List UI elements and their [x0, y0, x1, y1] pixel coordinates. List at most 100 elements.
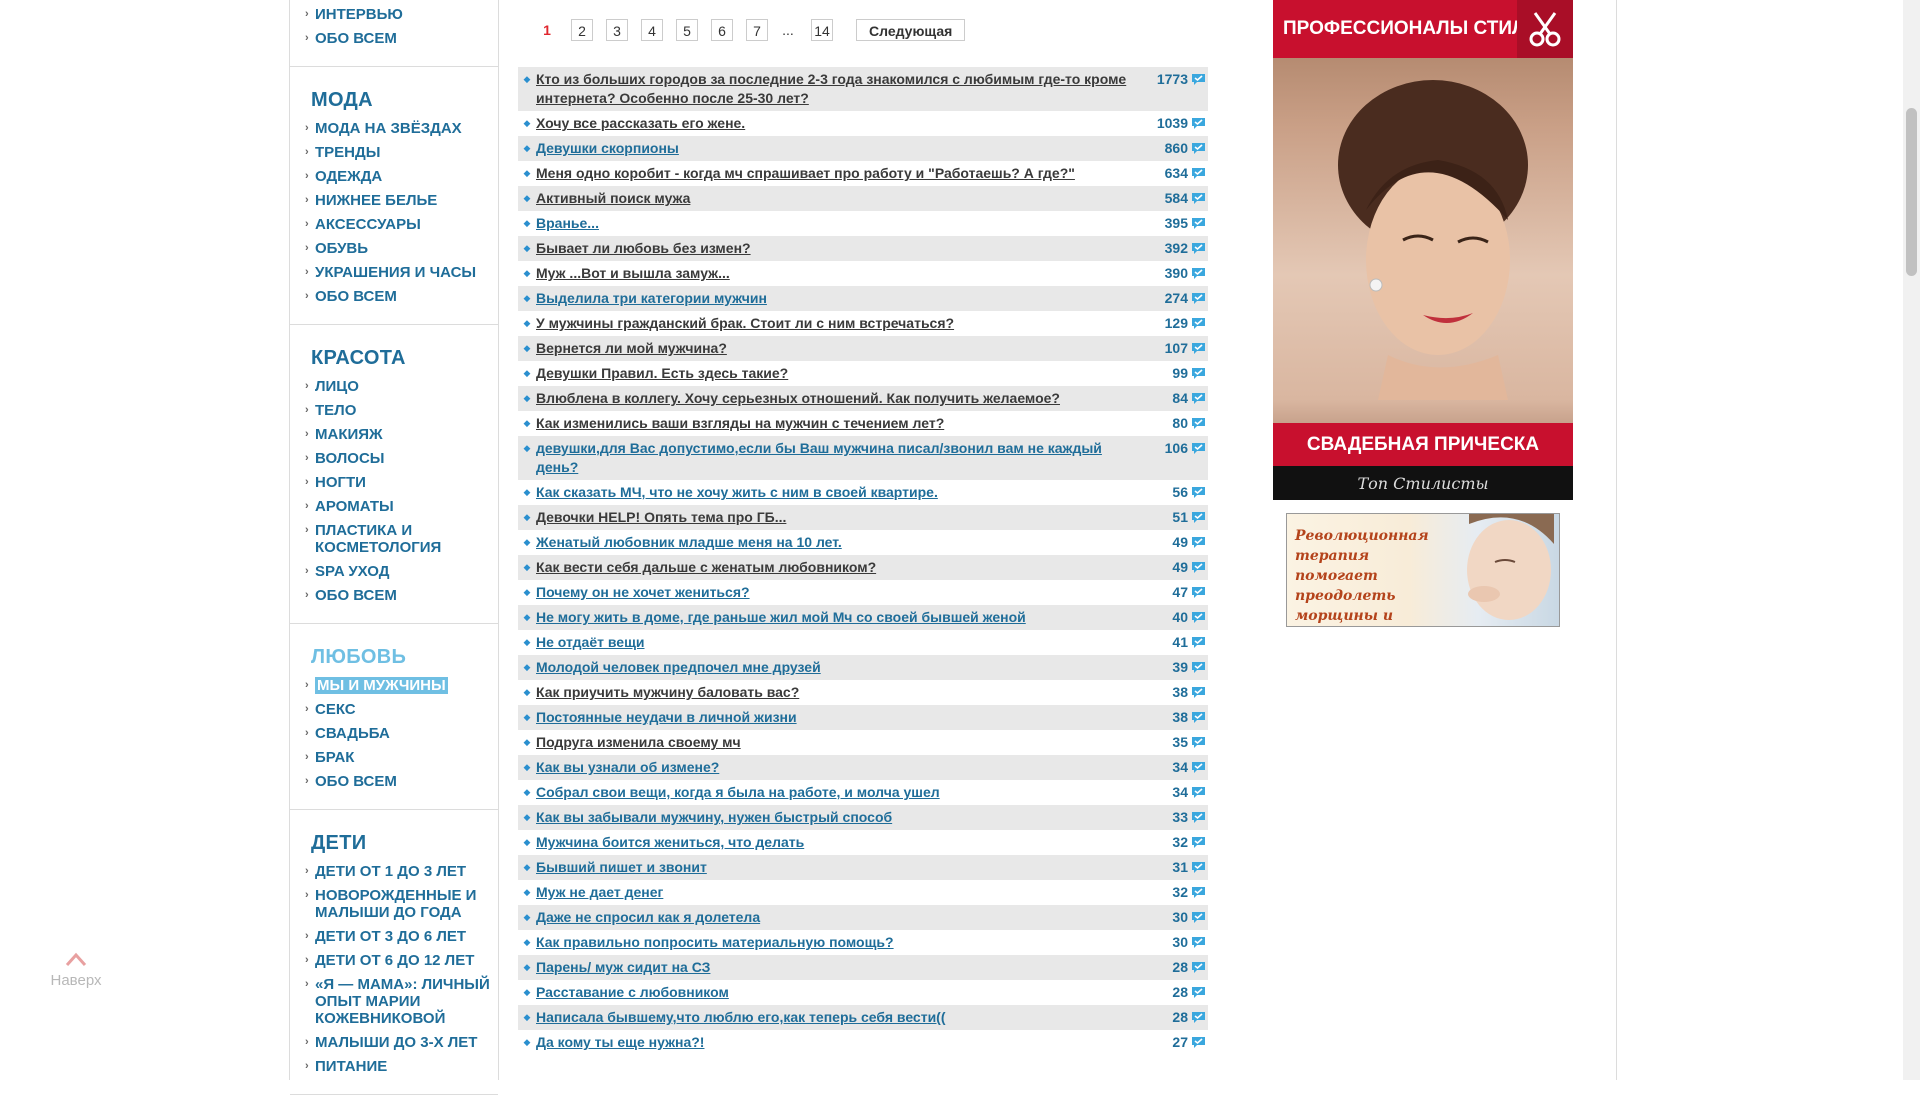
sidebar-item-label: ОБУВЬ	[315, 240, 369, 257]
page-link[interactable]: 4	[641, 19, 663, 41]
sidebar-item[interactable]: › ТРЕНДЫ	[290, 144, 498, 161]
sidebar-item[interactable]: › ОБО ВСЕМ	[290, 587, 498, 604]
sidebar-item[interactable]: › ВОЛОСЫ	[290, 450, 498, 467]
comment-bubble-icon	[1188, 439, 1208, 458]
topic-link[interactable]: Не отдаёт вещи	[536, 633, 1148, 652]
sidebar-item[interactable]: › ОБО ВСЕМ	[290, 288, 498, 305]
sidebar-item[interactable]: › МАКИЯЖ	[290, 426, 498, 443]
page-link[interactable]: 14	[811, 19, 833, 41]
topic-link[interactable]: У мужчины гражданский брак. Стоит ли с н…	[536, 314, 1148, 333]
page-link[interactable]: 6	[711, 19, 733, 41]
topic-link[interactable]: Муж не дает денег	[536, 883, 1148, 902]
topic-link[interactable]: Как сказать МЧ, что не хочу жить с ним в…	[536, 483, 1148, 502]
sidebar-item[interactable]: › НИЖНЕЕ БЕЛЬЕ	[290, 192, 498, 209]
comment-bubble-icon	[1188, 264, 1208, 283]
next-page-button[interactable]: Следующая	[856, 19, 966, 41]
page-scrollbar[interactable]	[1903, 0, 1920, 1080]
topic-link[interactable]: Даже не спросил как я долетела	[536, 908, 1148, 927]
sidebar-item[interactable]: › ПИТАНИЕ	[290, 1058, 498, 1075]
back-to-top[interactable]: Наверх	[48, 950, 104, 989]
topic-link[interactable]: девушки,для Вас допустимо,если бы Ваш му…	[536, 439, 1148, 477]
sidebar-item-label: СВАДЬБА	[315, 725, 390, 742]
topic-link[interactable]: Постоянные неудачи в личной жизни	[536, 708, 1148, 727]
sidebar-item[interactable]: › «Я — МАМА»: ЛИЧНЫЙ ОПЫТ МАРИИ КОЖЕВНИКО…	[290, 976, 498, 1027]
sidebar-item[interactable]: › ОБУВЬ	[290, 240, 498, 257]
sidebar-heading[interactable]: МОДА	[290, 75, 498, 120]
topic-link[interactable]: Хочу все рассказать его жене.	[536, 114, 1148, 133]
topic-link[interactable]: Да кому ты еще нужна?!	[536, 1033, 1148, 1052]
sidebar-item[interactable]: › ДЕТИ ОТ 3 ДО 6 ЛЕТ	[290, 928, 498, 945]
topic-link[interactable]: Девушки Правил. Есть здесь такие?	[536, 364, 1148, 383]
page-link[interactable]: 3	[606, 19, 628, 41]
topic-link[interactable]: Вернется ли мой мужчина?	[536, 339, 1148, 358]
sidebar-item[interactable]: › МОДА НА ЗВЁЗДАХ	[290, 120, 498, 137]
sidebar-item[interactable]: › ЛИЦО	[290, 378, 498, 395]
topic-link[interactable]: Как правильно попросить материальную пом…	[536, 933, 1148, 952]
sidebar-heading[interactable]: КРАСОТА	[290, 333, 498, 378]
topic-link[interactable]: Собрал свои вещи, когда я была на работе…	[536, 783, 1148, 802]
sidebar-item[interactable]: › ИНТЕРВЬЮ	[290, 6, 498, 23]
sidebar-item[interactable]: › АРОМАТЫ	[290, 498, 498, 515]
comment-bubble-icon	[1188, 658, 1208, 677]
sidebar-item-label: УКРАШЕНИЯ И ЧАСЫ	[315, 264, 477, 281]
topic-link[interactable]: Муж ...Вот и вышла замуж...	[536, 264, 1148, 283]
page-link[interactable]: 1	[536, 19, 558, 41]
topic-link[interactable]: Вранье...	[536, 214, 1148, 233]
sidebar-item[interactable]: › ОДЕЖДА	[290, 168, 498, 185]
sidebar-item[interactable]: › НОВОРОЖДЕННЫЕ И МАЛЫШИ ДО ГОДА	[290, 887, 498, 921]
page-link[interactable]: 2	[571, 19, 593, 41]
sidebar-heading[interactable]: ЛЮБОВЬ	[290, 632, 498, 677]
sidebar-item[interactable]: › ДЕТИ ОТ 6 ДО 12 ЛЕТ	[290, 952, 498, 969]
topic-link[interactable]: Мужчина боится жениться, что делать	[536, 833, 1148, 852]
ad-banner-therapy[interactable]: Революционная терапия помогает преодолет…	[1286, 513, 1560, 627]
sidebar-item[interactable]: › ОБО ВСЕМ	[290, 773, 498, 790]
topic-link[interactable]: Девушки скорпионы	[536, 139, 1148, 158]
ad-banner-style[interactable]: ПРОФЕССИОНАЛЫ СТИЛЯ СВАДЕБНАЯ ПРИЧЕСКА Т…	[1273, 0, 1573, 500]
sidebar-item[interactable]: › УКРАШЕНИЯ И ЧАСЫ	[290, 264, 498, 281]
page-link[interactable]: 5	[676, 19, 698, 41]
topic-link[interactable]: Расставание с любовником	[536, 983, 1148, 1002]
sidebar-item[interactable]: › АКСЕССУАРЫ	[290, 216, 498, 233]
sidebar-item[interactable]: › БРАК	[290, 749, 498, 766]
topic-link[interactable]: Подруга изменила своему мч	[536, 733, 1148, 752]
topic-link[interactable]: Выделила три категории мужчин	[536, 289, 1148, 308]
topic-link[interactable]: Активный поиск мужа	[536, 189, 1148, 208]
sidebar-item[interactable]: › СЕКС	[290, 701, 498, 718]
bullet-icon: ◆	[523, 512, 531, 522]
page-link[interactable]: 7	[746, 19, 768, 41]
sidebar-item[interactable]: › МАЛЫШИ ДО 3-Х ЛЕТ	[290, 1034, 498, 1051]
sidebar-item[interactable]: › ТЕЛО	[290, 402, 498, 419]
comment-bubble-icon	[1188, 508, 1208, 527]
bullet-icon: ◆	[523, 1012, 531, 1022]
topic-link[interactable]: Влюблена в коллегу. Хочу серьезных отнош…	[536, 389, 1148, 408]
topic-link[interactable]: Молодой человек предпочел мне друзей	[536, 658, 1148, 677]
topic-link[interactable]: Написала бывшему,что люблю его,как тепер…	[536, 1008, 1148, 1027]
sidebar-item[interactable]: › ПЛАСТИКА И КОСМЕТОЛОГИЯ	[290, 522, 498, 556]
topic-link[interactable]: Женатый любовник младше меня на 10 лет.	[536, 533, 1148, 552]
topic-link[interactable]: Как изменились ваши взгляды на мужчин с …	[536, 414, 1148, 433]
topic-link[interactable]: Кто из больших городов за последние 2-3 …	[536, 70, 1148, 108]
sidebar-heading[interactable]: ДЕТИ	[290, 818, 498, 863]
sidebar-item[interactable]: › ОБО ВСЕМ	[290, 30, 498, 47]
topic-link[interactable]: Парень/ муж сидит на СЗ	[536, 958, 1148, 977]
topic-link[interactable]: Меня одно коробит - когда мч спрашивает …	[536, 164, 1148, 183]
scrollbar-thumb[interactable]	[1906, 108, 1917, 276]
bullet-icon: ◆	[523, 637, 531, 647]
topic-link[interactable]: Как вести себя дальше с женатым любовник…	[536, 558, 1148, 577]
topic-link[interactable]: Как вы забывали мужчину, нужен быстрый с…	[536, 808, 1148, 827]
sidebar-item[interactable]: › НОГТИ	[290, 474, 498, 491]
topic-link[interactable]: Почему он не хочет жениться?	[536, 583, 1148, 602]
comment-bubble-icon	[1188, 833, 1208, 852]
sidebar-item[interactable]: › СВАДЬБА	[290, 725, 498, 742]
topic-link[interactable]: Как вы узнали об измене?	[536, 758, 1148, 777]
sidebar-item[interactable]: › МЫ И МУЖЧИНЫ	[290, 677, 498, 694]
sidebar-item[interactable]: › ДЕТИ ОТ 1 ДО 3 ЛЕТ	[290, 863, 498, 880]
topic-link[interactable]: Девочки HELP! Опять тема про ГБ...	[536, 508, 1148, 527]
topic-link[interactable]: Бывший пишет и звонит	[536, 858, 1148, 877]
sidebar-item[interactable]: › SPA УХОД	[290, 563, 498, 580]
topic-link[interactable]: Бывает ли любовь без измен?	[536, 239, 1148, 258]
topic-link[interactable]: Не могу жить в доме, где раньше жил мой …	[536, 608, 1148, 627]
sidebar-nav: › ИНТЕРВЬЮ › ОБО ВСЕМ МОДА › МОДА НА ЗВЁЗДАХ › Т…	[290, 0, 499, 1095]
topic-row: ◆ Муж ...Вот и вышла замуж... 390	[518, 261, 1208, 286]
topic-link[interactable]: Как приучить мужчину баловать вас?	[536, 683, 1148, 702]
